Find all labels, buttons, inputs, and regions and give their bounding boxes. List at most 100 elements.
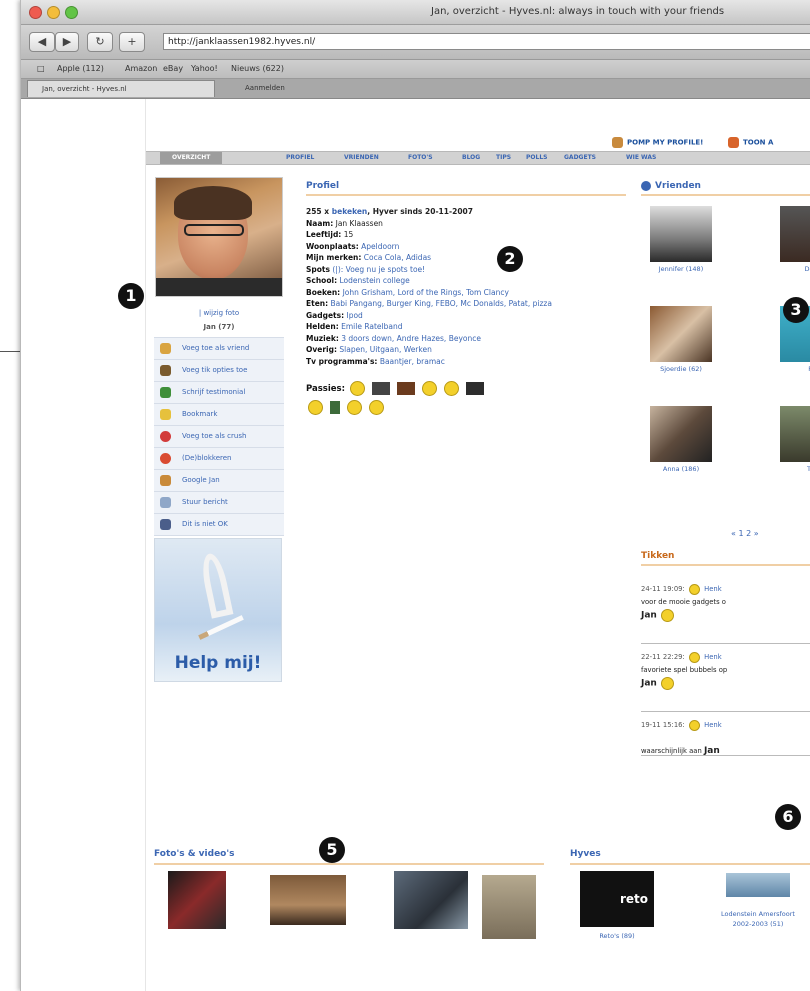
friends-grid: Jennifer (148) Den Sjoerdie (62) Pi (641, 202, 810, 502)
window-controls (29, 6, 78, 19)
photo-thumb[interactable] (168, 871, 226, 929)
passion-icon[interactable] (346, 400, 362, 415)
action-add-friend[interactable]: Voeg toe als vriend (154, 338, 284, 360)
bookmark-apple[interactable]: Apple (112) (57, 60, 104, 78)
tik-sender[interactable]: Henk (704, 721, 722, 729)
action-block[interactable]: (De)blokkeren (154, 448, 284, 470)
passion-icon[interactable] (308, 400, 323, 415)
friend-item[interactable]: Jennifer (148) (641, 206, 721, 273)
passion-icon[interactable] (349, 381, 365, 396)
zoom-window-button[interactable] (65, 6, 78, 19)
bookmarks-book-icon[interactable]: □ (37, 60, 45, 78)
field-label: School: (306, 276, 338, 285)
field-value[interactable]: Slapen, Uitgaan, Werken (339, 345, 431, 354)
field-value[interactable]: John Grisham, Lord of the Rings, Tom Cla… (343, 288, 509, 297)
field-value[interactable]: Babi Pangang, Burger King, FEBO, Mc Dona… (331, 299, 552, 308)
add-friend-icon (160, 343, 171, 354)
field-value[interactable]: Ipod (346, 311, 362, 320)
tik-sender[interactable]: Henk (704, 653, 722, 661)
action-bookmark[interactable]: Bookmark (154, 404, 284, 426)
tik-item: 24-11 19:09: Henk voor de mooie gadgets … (641, 583, 810, 623)
passion-icon[interactable] (443, 381, 459, 396)
bookmark-yahoo[interactable]: Yahoo! (191, 60, 218, 78)
add-bookmark-icon[interactable]: + (119, 32, 145, 52)
friend-item[interactable]: Sjoerdie (62) (641, 306, 721, 373)
hyve-logo-reto[interactable]: reto (580, 871, 654, 927)
passion-icon[interactable] (368, 400, 384, 415)
nav-profiel[interactable]: PROFIEL (286, 152, 314, 164)
passion-icon[interactable] (329, 401, 340, 414)
friend-item[interactable]: Den (771, 206, 810, 273)
views-link[interactable]: bekeken (332, 207, 368, 216)
field-value[interactable]: (|): Voeg nu je spots toe! (332, 265, 425, 274)
friend-item[interactable]: Anna (186) (641, 406, 721, 473)
profile-field: Naam: Jan Klaassen (306, 218, 626, 230)
profile-title: Profiel (306, 181, 626, 196)
tik-item: 22-11 22:29: Henk favoriete spel bubbels… (641, 651, 810, 691)
field-value[interactable]: Lodenstein college (339, 276, 409, 285)
field-value[interactable]: Coca Cola, Adidas (364, 253, 431, 262)
photo-thumb[interactable] (482, 875, 536, 939)
photos-title: Foto's & video's (154, 849, 235, 859)
field-value[interactable]: Baantjer, bramac (380, 357, 445, 366)
tab-aanmelden[interactable]: Aanmelden (215, 80, 415, 97)
profile-field: Muziek: 3 doors down, Andre Hazes, Beyon… (306, 333, 626, 345)
hyve-logo-lodenstein[interactable] (726, 873, 790, 897)
forward-button[interactable]: ▶ (55, 32, 79, 52)
passion-icon[interactable] (465, 382, 484, 395)
friend-name: Anna (186) (662, 465, 700, 473)
action-report[interactable]: Dit is niet OK (154, 514, 284, 536)
tik-time: 24-11 19:09: (641, 585, 685, 593)
passion-icon[interactable] (371, 382, 390, 395)
hyve-name[interactable]: Reto's (89) (580, 931, 654, 941)
passion-icon[interactable] (396, 382, 415, 395)
nav-blog[interactable]: BLOG (462, 152, 480, 164)
nav-tips[interactable]: TIPS (496, 152, 511, 164)
tik-sender[interactable]: Henk (704, 585, 722, 593)
profile-fields: Naam: Jan Klaassen Leeftijd: 15 Woonplaats… (306, 218, 626, 368)
username: Jan (77) (203, 323, 235, 331)
nav-polls[interactable]: POLLS (526, 152, 547, 164)
photo-thumb[interactable] (394, 871, 468, 929)
photo-thumb[interactable] (270, 875, 346, 925)
nav-vrienden[interactable]: VRIENDEN (344, 152, 379, 164)
help-me-banner[interactable]: Help mij! (154, 538, 282, 682)
pimp-profile-link[interactable]: POMP MY PROFILE! (612, 137, 703, 148)
field-label: Naam: (306, 218, 334, 228)
pimp-profile-label: POMP MY PROFILE! (627, 138, 704, 147)
field-value[interactable]: Apeldoorn (361, 242, 399, 251)
tab-overzicht[interactable]: Jan, overzicht - Hyves.nl (27, 80, 215, 97)
hyve-name[interactable]: Lodenstein Amersfoort 2002-2003 (51) (718, 909, 798, 929)
change-photo-link[interactable]: | wijzig foto (154, 309, 284, 317)
bookmark-nieuws[interactable]: Nieuws (622) (231, 60, 284, 78)
profile-photo[interactable] (155, 177, 283, 297)
tab-bar: Jan, overzicht - Hyves.nl Aanmelden (21, 79, 810, 99)
address-bar[interactable]: http://janklaassen1982.hyves.nl/ (163, 33, 810, 50)
action-crush[interactable]: Voeg toe als crush (154, 426, 284, 448)
nav-fotos[interactable]: FOTO'S (408, 152, 433, 164)
reload-icon[interactable]: ↻ (87, 32, 113, 52)
bookmarks-bar: □ Apple (112) Amazon eBay Yahoo! Nieuws … (21, 60, 810, 79)
field-value[interactable]: 3 doors down, Andre Hazes, Beyonce (341, 334, 481, 343)
close-window-button[interactable] (29, 6, 42, 19)
toon-link[interactable]: TOON A (728, 137, 773, 148)
hyve-logo-text: reto (619, 892, 648, 906)
action-testimonial[interactable]: Schrijf testimonial (154, 382, 284, 404)
nav-overzicht[interactable]: OVERZICHT (160, 152, 223, 164)
action-message[interactable]: Stuur bericht (154, 492, 284, 514)
action-tik-options[interactable]: Voeg tik opties toe (154, 360, 284, 382)
tik-time: 22-11 22:29: (641, 653, 685, 661)
field-value[interactable]: Emile Ratelband (341, 322, 402, 331)
friend-item[interactable]: Th (771, 406, 810, 473)
back-button[interactable]: ◀ (29, 32, 55, 52)
passion-icon[interactable] (421, 381, 437, 396)
nav-gadgets[interactable]: GADGETS (564, 152, 596, 164)
action-google[interactable]: Google Jan (154, 470, 284, 492)
nav-wie-was[interactable]: WIE WAS (626, 152, 656, 164)
friends-pager[interactable]: « 1 2 » (731, 529, 759, 538)
profile-field: Spots (|): Voeg nu je spots toe! (306, 264, 626, 276)
bookmark-ebay[interactable]: eBay (163, 60, 183, 78)
tik-item: 19-11 15:16: Henk waarschijnlijk aan Jan (641, 719, 810, 758)
bookmark-amazon[interactable]: Amazon (125, 60, 157, 78)
minimize-window-button[interactable] (47, 6, 60, 19)
